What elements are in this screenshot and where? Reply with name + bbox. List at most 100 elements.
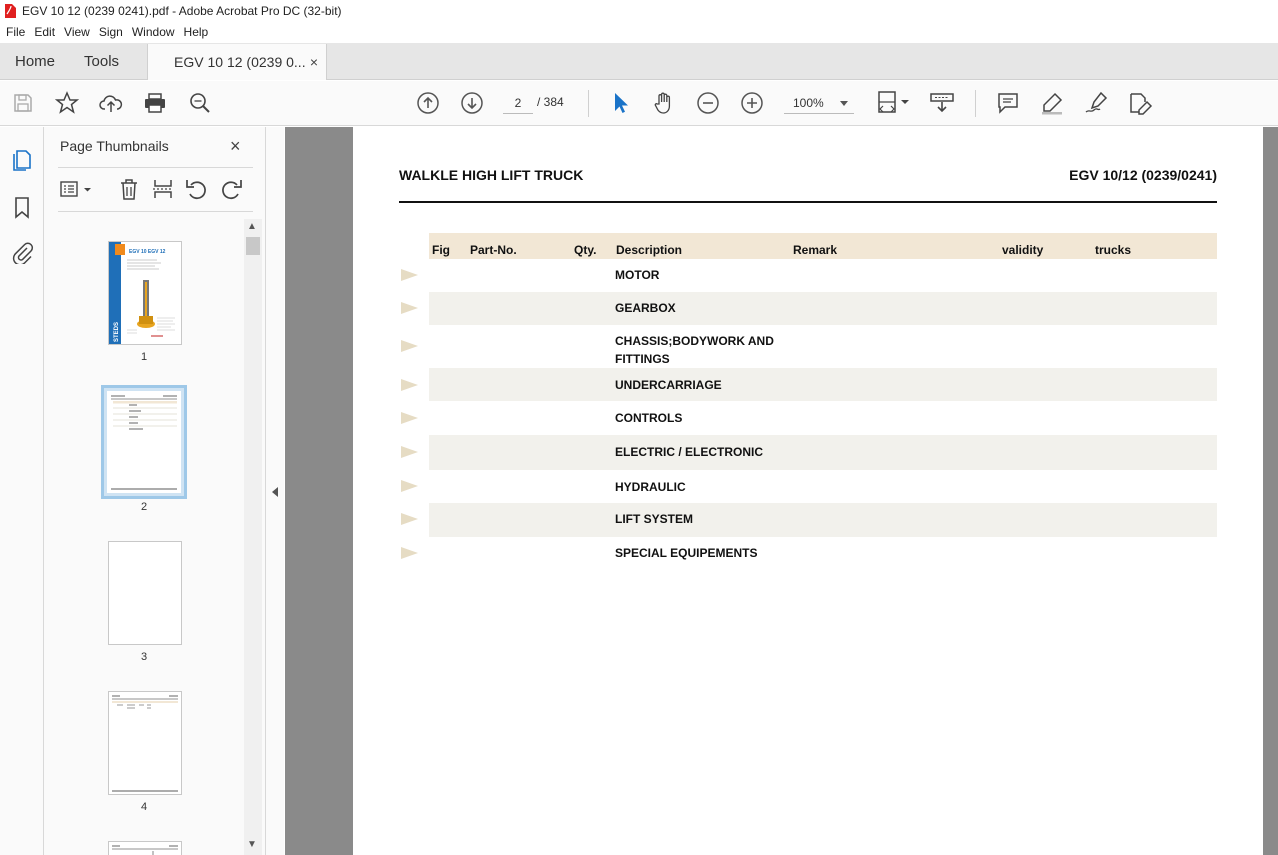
menu-edit[interactable]: Edit	[30, 25, 59, 39]
chevron-down-icon	[840, 101, 848, 106]
table-row: MOTOR	[429, 259, 1217, 291]
document-viewport[interactable]: WALKLE HIGH LIFT TRUCK EGV 10/12 (0239/0…	[285, 127, 1278, 855]
thumb-brand: STEDS	[114, 322, 120, 342]
header-rule	[399, 201, 1217, 203]
tab-home[interactable]: Home	[0, 43, 70, 79]
page-thumbnails-icon[interactable]	[10, 147, 34, 171]
page-thumbnail-2[interactable]	[101, 385, 187, 499]
page-thumbnail-5[interactable]	[108, 841, 182, 855]
column-header: validity	[1002, 243, 1044, 257]
row-description: SPECIAL EQUIPEMENTS	[615, 546, 758, 560]
row-link-arrow-icon[interactable]	[401, 302, 418, 314]
thumbnail-list: EGV 10 EGV 12 STEDS 1 2 3 4	[44, 219, 244, 855]
column-header: trucks	[1095, 243, 1132, 257]
scroll-down-icon[interactable]: ▼	[247, 839, 257, 850]
select-cursor-icon[interactable]	[607, 90, 633, 116]
row-link-arrow-icon[interactable]	[401, 269, 418, 281]
tab-tools[interactable]: Tools	[70, 43, 133, 79]
collapse-panel-handle[interactable]	[266, 127, 284, 855]
fill-sign-icon[interactable]	[1083, 90, 1109, 116]
row-link-arrow-icon[interactable]	[401, 340, 418, 352]
page-thumbnail-3[interactable]	[108, 541, 182, 645]
comment-icon[interactable]	[995, 90, 1021, 116]
page-number-input[interactable]: 2	[503, 92, 533, 114]
tab-row: Home Tools EGV 10 12 (0239 0... ×	[0, 43, 1278, 80]
toolbar-divider	[975, 90, 976, 117]
row-description: CHASSIS;BODYWORK AND FITTINGS	[615, 334, 774, 366]
menu-sign[interactable]: Sign	[95, 25, 127, 39]
document-header-model: EGV 10/12 (0239/0241)	[1069, 167, 1217, 183]
highlight-pen-icon[interactable]	[1039, 90, 1065, 116]
acrobat-icon	[4, 4, 16, 18]
zoom-level-select[interactable]: 100%	[784, 92, 854, 114]
page-fit-icon[interactable]	[873, 90, 913, 116]
print-icon[interactable]	[142, 90, 168, 116]
next-page-icon[interactable]	[459, 90, 485, 116]
row-description: GEARBOX	[615, 301, 676, 315]
panel-divider	[58, 167, 253, 168]
rotate-left-icon[interactable]	[185, 177, 209, 201]
scrollbar-thumb[interactable]	[246, 237, 260, 255]
thumbnail-label: 1	[140, 351, 148, 363]
toolbar: 2 / 384 100%	[0, 81, 1278, 126]
row-link-arrow-icon[interactable]	[401, 412, 418, 424]
table-row: GEARBOX	[429, 292, 1217, 325]
page-thumbnails-panel: Page Thumbnails × EGV 10 EGV 12 STEDS 1 …	[44, 127, 266, 855]
row-link-arrow-icon[interactable]	[401, 480, 418, 492]
column-header: Description	[616, 243, 683, 257]
page-thumbnail-1[interactable]: EGV 10 EGV 12 STEDS	[108, 241, 182, 345]
zoom-in-icon[interactable]	[739, 90, 765, 116]
left-rail	[0, 127, 44, 855]
column-header: Fig	[432, 243, 450, 257]
row-link-arrow-icon[interactable]	[401, 446, 418, 458]
thumbnail-label: 3	[140, 651, 148, 663]
hand-tool-icon[interactable]	[651, 90, 677, 116]
row-link-arrow-icon[interactable]	[401, 513, 418, 525]
row-description: ELECTRIC / ELECTRONIC	[615, 445, 764, 459]
bookmarks-icon[interactable]	[10, 195, 34, 219]
panel-title: Page Thumbnails	[60, 138, 169, 154]
insert-page-icon[interactable]	[151, 177, 175, 201]
row-description: HYDRAULIC	[615, 480, 686, 494]
title-bar: EGV 10 12 (0239 0241).pdf - Adobe Acroba…	[0, 0, 1278, 22]
thumb-title: EGV 10 EGV 12	[129, 249, 166, 255]
row-description: LIFT SYSTEM	[615, 512, 693, 526]
scroll-mode-icon[interactable]	[929, 90, 955, 116]
edit-pdf-icon[interactable]	[1127, 90, 1153, 116]
rotate-right-icon[interactable]	[219, 177, 243, 201]
zoom-search-icon[interactable]	[187, 90, 213, 116]
thumbnail-label: 2	[140, 501, 148, 513]
column-header: Remark	[793, 243, 838, 257]
upload-cloud-icon[interactable]	[98, 90, 124, 116]
bookmark-star-icon[interactable]	[54, 90, 80, 116]
table-row: HYDRAULIC	[429, 470, 1217, 503]
tab-document[interactable]: EGV 10 12 (0239 0... ×	[147, 44, 328, 80]
menu-window[interactable]: Window	[128, 25, 179, 39]
pdf-page: WALKLE HIGH LIFT TRUCK EGV 10/12 (0239/0…	[353, 127, 1263, 855]
menu-view[interactable]: View	[60, 25, 94, 39]
menu-file[interactable]: File	[2, 25, 29, 39]
tab-document-label: EGV 10 12 (0239 0...	[174, 54, 306, 70]
menu-help[interactable]: Help	[180, 25, 213, 39]
scroll-up-icon[interactable]: ▲	[247, 221, 257, 232]
column-header: Part-No.	[470, 243, 517, 257]
close-tab-icon[interactable]: ×	[310, 54, 318, 70]
table-row: UNDERCARRIAGE	[429, 368, 1217, 401]
row-description: CONTROLS	[615, 411, 683, 425]
page-thumbnail-4[interactable]	[108, 691, 182, 795]
zoom-out-icon[interactable]	[695, 90, 721, 116]
table-row: LIFT SYSTEM	[429, 503, 1217, 537]
window-title: EGV 10 12 (0239 0241).pdf - Adobe Acroba…	[22, 4, 342, 18]
thumbnail-scrollbar[interactable]: ▲ ▼	[244, 219, 262, 855]
close-panel-icon[interactable]: ×	[230, 136, 241, 157]
thumbnail-label: 4	[140, 801, 148, 813]
save-icon[interactable]	[10, 90, 36, 116]
page-total: / 384	[537, 95, 564, 109]
attachments-icon[interactable]	[10, 240, 34, 266]
delete-page-icon[interactable]	[117, 177, 141, 201]
previous-page-icon[interactable]	[415, 90, 441, 116]
zoom-level-value: 100%	[793, 96, 824, 110]
row-link-arrow-icon[interactable]	[401, 547, 418, 559]
row-link-arrow-icon[interactable]	[401, 379, 418, 391]
thumbnail-options-icon[interactable]	[58, 177, 94, 201]
